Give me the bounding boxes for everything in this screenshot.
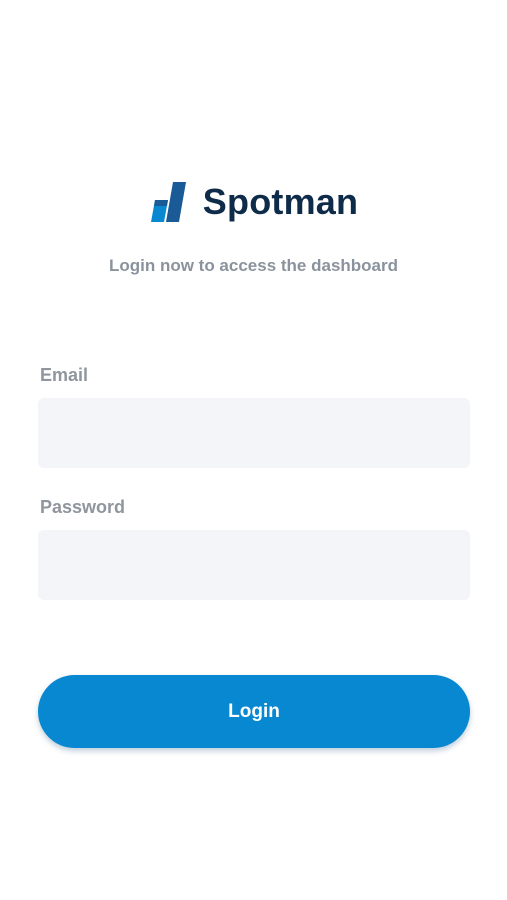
email-label: Email: [40, 365, 89, 385]
login-button[interactable]: Login: [38, 675, 470, 748]
password-label: Password: [40, 497, 126, 517]
login-page: Spotman Login now to access the dashboar…: [0, 0, 507, 900]
page-subtitle: Login now to access the dashboard: [108, 256, 399, 275]
spotman-logo-icon: [150, 182, 186, 222]
email-field[interactable]: [38, 398, 470, 468]
password-field[interactable]: [38, 530, 470, 600]
brand-name: Spotman: [202, 181, 359, 222]
brand-header: Spotman: [0, 180, 507, 224]
